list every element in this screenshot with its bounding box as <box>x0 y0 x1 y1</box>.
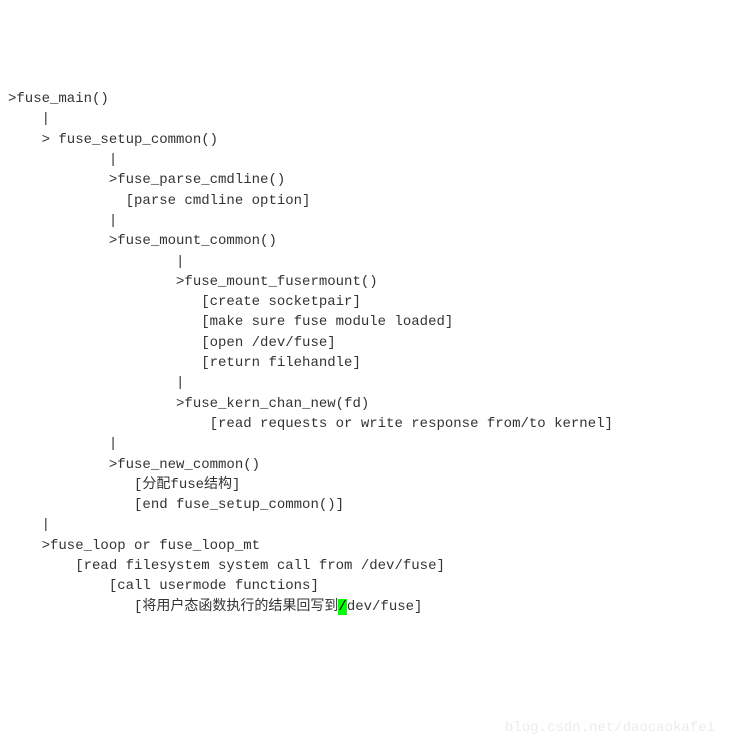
code-line: [end fuse_setup_common()] <box>8 495 727 515</box>
code-line: | <box>8 211 727 231</box>
code-line: [read requests or write response from/to… <box>8 414 727 434</box>
code-line: >fuse_main() <box>8 89 727 109</box>
code-line: [parse cmdline option] <box>8 191 727 211</box>
code-line: [call usermode functions] <box>8 576 727 596</box>
last-line-prefix: [将用户态函数执行的结果回写到 <box>8 599 338 615</box>
last-line-suffix: dev/fuse] <box>347 599 423 615</box>
code-line: >fuse_kern_chan_new(fd) <box>8 394 727 414</box>
code-line: [分配fuse结构] <box>8 475 727 495</box>
code-line: | <box>8 252 727 272</box>
code-line: | <box>8 515 727 535</box>
code-line: >fuse_mount_fusermount() <box>8 272 727 292</box>
code-line: | <box>8 434 727 454</box>
code-line: >fuse_new_common() <box>8 455 727 475</box>
code-line: [read filesystem system call from /dev/f… <box>8 556 727 576</box>
cursor-highlight: / <box>338 599 346 615</box>
watermark-text: blog.csdn.net/daocaokafei <box>505 718 715 738</box>
code-line: >fuse_loop or fuse_loop_mt <box>8 536 727 556</box>
code-line: | <box>8 373 727 393</box>
call-tree-diagram: >fuse_main() | > fuse_setup_common() | >… <box>8 89 727 617</box>
code-line: >fuse_mount_common() <box>8 231 727 251</box>
code-line: [return filehandle] <box>8 353 727 373</box>
code-line: | <box>8 150 727 170</box>
code-line: [create socketpair] <box>8 292 727 312</box>
code-line: [open /dev/fuse] <box>8 333 727 353</box>
code-line: > fuse_setup_common() <box>8 130 727 150</box>
code-line: [make sure fuse module loaded] <box>8 312 727 332</box>
code-line: >fuse_parse_cmdline() <box>8 170 727 190</box>
code-line: | <box>8 109 727 129</box>
code-line-highlighted: [将用户态函数执行的结果回写到/dev/fuse] <box>8 597 727 617</box>
